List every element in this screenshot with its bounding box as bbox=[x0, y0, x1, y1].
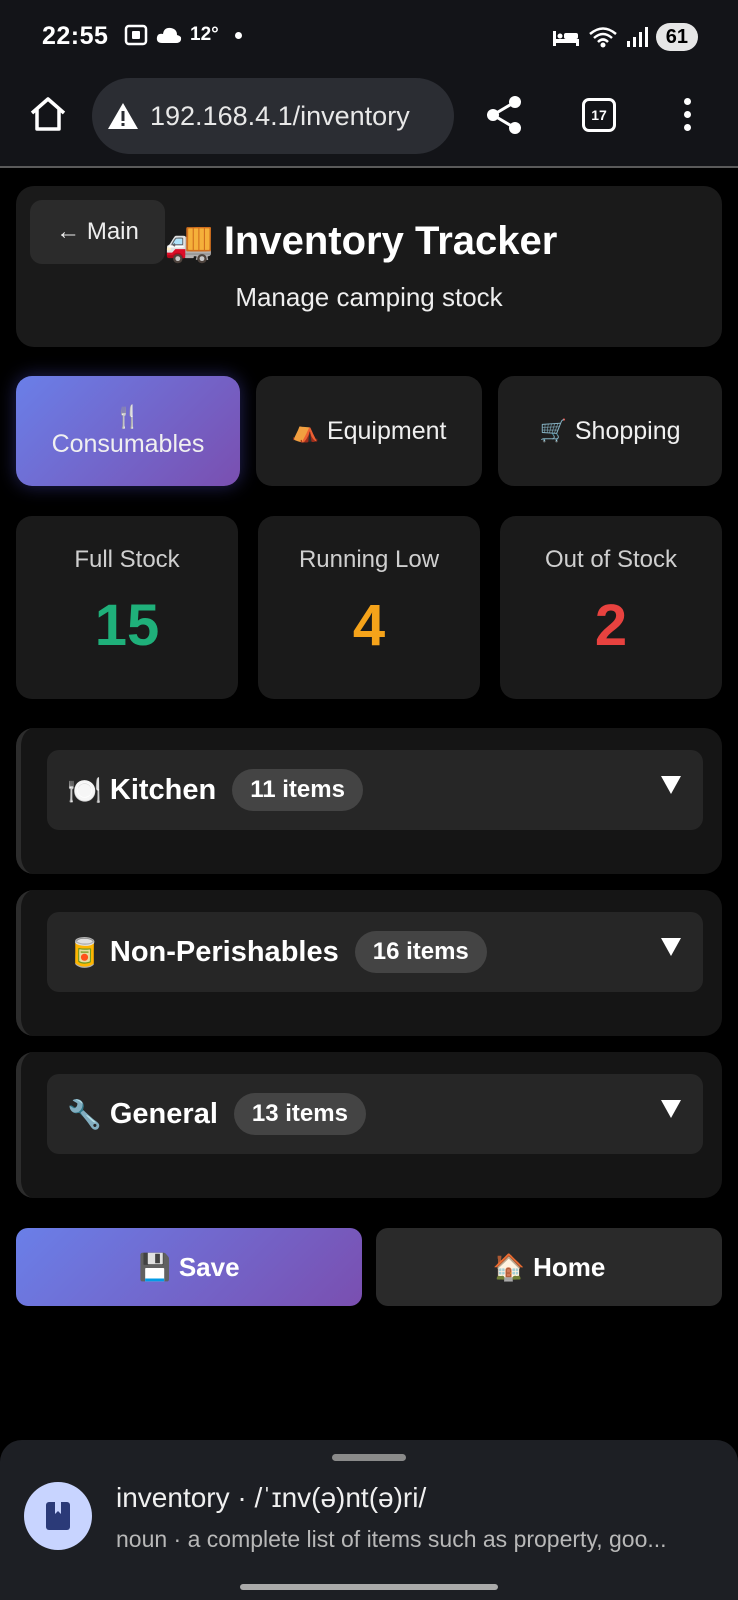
definition-text: noun · a complete list of items such as … bbox=[116, 1526, 667, 1552]
url-bar[interactable]: 192.168.4.1/inventory bbox=[92, 78, 454, 154]
floppy-disk-icon: 💾 bbox=[138, 1251, 171, 1282]
tab-equipment[interactable]: ⛺ Equipment bbox=[256, 376, 482, 486]
item-count-badge: 11 items bbox=[232, 769, 363, 811]
category-header[interactable]: 🔧 General 13 items bbox=[47, 1074, 703, 1154]
stat-label: Running Low bbox=[298, 546, 440, 573]
dictionary-icon bbox=[24, 1482, 92, 1550]
chevron-down-icon[interactable] bbox=[661, 776, 681, 794]
status-right-icons: 61 bbox=[552, 23, 698, 51]
category-name: Non-Perishables bbox=[109, 935, 339, 968]
definition-word: inventory · /ˈɪnv(ə)nt(ə)ri/ bbox=[116, 1482, 427, 1513]
save-button[interactable]: 💾 Save bbox=[16, 1228, 362, 1306]
definition-sheet[interactable]: inventory · /ˈɪnv(ə)nt(ə)ri/ noun · a co… bbox=[0, 1440, 738, 1600]
home-icon[interactable] bbox=[28, 94, 68, 134]
notification-dot bbox=[234, 31, 242, 39]
warning-icon[interactable] bbox=[106, 101, 140, 131]
page-title-text: Inventory Tracker bbox=[223, 219, 558, 263]
weather-temp: 12° bbox=[190, 24, 219, 45]
tab-shopping[interactable]: 🛒 Shopping bbox=[498, 376, 722, 486]
stat-running-low: Running Low 4 bbox=[258, 516, 480, 699]
can-icon: 🥫 bbox=[67, 936, 102, 968]
cloud-icon bbox=[156, 27, 182, 43]
tab-label: Shopping bbox=[574, 416, 681, 445]
screenshot-icon bbox=[124, 24, 148, 46]
drag-handle[interactable] bbox=[332, 1454, 406, 1461]
category-header[interactable]: 🥫 Non-Perishables 16 items bbox=[47, 912, 703, 992]
tab-switcher-button[interactable]: 17 bbox=[582, 98, 616, 132]
category-name: Kitchen bbox=[109, 773, 217, 806]
wifi-icon bbox=[588, 27, 617, 48]
tab-consumables[interactable]: 🍴 Consumables bbox=[16, 376, 240, 486]
gesture-nav-bar[interactable] bbox=[240, 1584, 498, 1590]
tent-icon: ⛺ bbox=[291, 418, 319, 443]
back-to-main-button[interactable]: ← Main bbox=[30, 200, 165, 264]
menu-icon[interactable] bbox=[684, 98, 691, 131]
browser-toolbar: 192.168.4.1/inventory 17 bbox=[0, 72, 738, 168]
page-subtitle: Manage camping stock bbox=[235, 282, 503, 312]
category-general: 🔧 General 13 items bbox=[16, 1052, 722, 1198]
status-time: 22:55 bbox=[42, 22, 109, 50]
status-bar: 22:55 12° 61 bbox=[0, 0, 738, 72]
inventory-tabs: 🍴 Consumables ⛺ Equipment 🛒 Shopping bbox=[16, 376, 722, 486]
item-count-badge: 13 items bbox=[233, 1093, 366, 1135]
share-icon[interactable] bbox=[484, 94, 524, 136]
chevron-down-icon[interactable] bbox=[661, 938, 681, 956]
tab-label: Equipment bbox=[326, 416, 447, 445]
stat-value: 2 bbox=[594, 593, 628, 658]
stat-label: Full Stock bbox=[74, 546, 180, 573]
stat-out-of-stock: Out of Stock 2 bbox=[500, 516, 722, 699]
stat-full-stock: Full Stock 15 bbox=[16, 516, 238, 699]
category-header[interactable]: 🍽️ Kitchen 11 items bbox=[47, 750, 703, 830]
header-card: ← Main 🚚 Inventory Tracker Manage campin… bbox=[16, 186, 722, 347]
stat-value: 4 bbox=[352, 593, 386, 658]
category-kitchen: 🍽️ Kitchen 11 items bbox=[16, 728, 722, 874]
status-left-icons: 12° bbox=[124, 24, 242, 46]
battery-level: 61 bbox=[655, 23, 698, 51]
stat-value: 15 bbox=[94, 593, 160, 658]
cart-icon: 🛒 bbox=[539, 418, 567, 443]
stat-label: Out of Stock bbox=[544, 546, 678, 573]
page-title: 🚚 Inventory Tracker bbox=[164, 218, 557, 265]
url-text[interactable]: 192.168.4.1/inventory bbox=[150, 101, 410, 132]
category-non-perishables: 🥫 Non-Perishables 16 items bbox=[16, 890, 722, 1036]
category-name: General bbox=[109, 1097, 218, 1130]
signal-icon bbox=[626, 27, 648, 47]
chevron-down-icon[interactable] bbox=[661, 1100, 681, 1118]
truck-icon: 🚚 bbox=[164, 220, 214, 264]
home-button[interactable]: 🏠 Home bbox=[376, 1228, 722, 1306]
item-count-badge: 16 items bbox=[354, 931, 487, 973]
plate-icon: 🍽️ bbox=[67, 774, 102, 806]
house-icon: 🏠 bbox=[492, 1251, 526, 1282]
save-label: Save bbox=[178, 1251, 240, 1282]
wrench-icon: 🔧 bbox=[67, 1098, 102, 1130]
stock-stats: Full Stock 15 Running Low 4 Out of Stock… bbox=[16, 516, 722, 699]
tab-label: Consumables bbox=[51, 429, 205, 458]
fork-knife-icon: 🍴 bbox=[114, 403, 142, 429]
bed-icon bbox=[552, 31, 579, 46]
home-label: Home bbox=[533, 1251, 606, 1282]
